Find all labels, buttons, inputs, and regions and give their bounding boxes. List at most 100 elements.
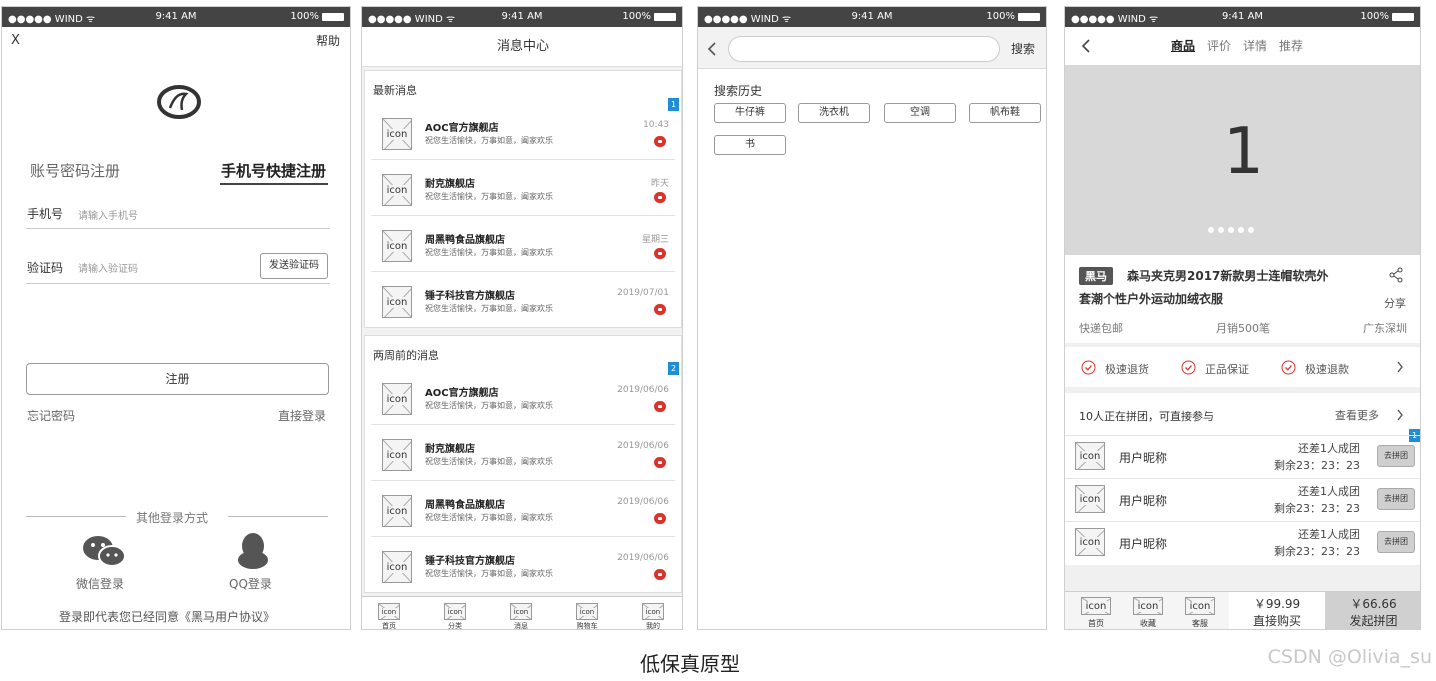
placeholder-icon: icon <box>1075 528 1105 556</box>
wechat-login-label[interactable]: 微信登录 <box>76 575 124 592</box>
placeholder-icon: icon <box>444 603 466 620</box>
qq-icon[interactable] <box>234 532 272 570</box>
brand-tag: 黑马 <box>1079 267 1113 285</box>
qq-login-label[interactable]: QQ登录 <box>229 575 272 592</box>
placeholder-icon: icon <box>382 286 412 318</box>
unread-badge <box>654 192 666 203</box>
shop-name: 周黑鸭食品旗舰店 <box>425 235 505 246</box>
product-tab[interactable]: 评价 <box>1207 37 1231 54</box>
tab-item[interactable]: icon 首页 <box>374 599 404 629</box>
monthly-sales: 月销500笔 <box>1216 322 1270 335</box>
section-title: 最新消息 <box>373 84 417 97</box>
icon-label: icon <box>512 607 530 616</box>
icon-label: icon <box>1078 536 1102 548</box>
send-code-button[interactable]: 发送验证码 <box>260 253 328 279</box>
message-row[interactable]: icon 锤子科技官方旗舰店 祝您生活愉快，万事如意，阖家欢乐 2019/06/06 <box>371 537 675 593</box>
placeholder-icon: icon <box>382 551 412 583</box>
unread-badge <box>654 304 666 315</box>
phone-input[interactable]: 请输入手机号 <box>78 207 138 222</box>
guarantee-label: 正品保证 <box>1205 363 1249 376</box>
message-row[interactable]: icon 耐克旗舰店 祝您生活愉快，万事如意，阖家欢乐 昨天 <box>371 160 675 216</box>
history-chip[interactable]: 书 <box>714 135 786 155</box>
placeholder-icon: icon <box>382 383 412 415</box>
product-tab[interactable]: 商品 <box>1171 37 1195 54</box>
tab-phone-register[interactable]: 手机号快捷注册 <box>221 160 326 181</box>
close-button[interactable]: X <box>11 33 20 48</box>
search-button[interactable]: 搜索 <box>1011 40 1035 57</box>
message-preview: 祝您生活愉快，万事如意，阖家欢乐 <box>425 513 553 522</box>
product-tab[interactable]: 详情 <box>1243 37 1267 54</box>
buy-label: 直接购买 <box>1252 614 1301 628</box>
message-row[interactable]: icon 耐克旗舰店 祝您生活愉快，万事如意，阖家欢乐 2019/06/06 <box>371 425 675 481</box>
bottom-tab[interactable]: icon 客服 <box>1183 594 1217 629</box>
message-row[interactable]: icon AOC官方旗舰店 祝您生活愉快，万事如意，阖家欢乐 10:43 <box>371 104 675 160</box>
history-chip[interactable]: 帆布鞋 <box>969 103 1041 123</box>
icon-label: icon <box>1136 600 1160 612</box>
history-chip[interactable]: 牛仔裤 <box>714 103 786 123</box>
direct-login-link[interactable]: 直接登录 <box>278 407 326 424</box>
join-group-button[interactable]: 去拼团 <box>1377 488 1415 510</box>
product-title-line2: 套潮个性户外运动加绒衣服 <box>1079 292 1224 306</box>
icon-label: icon <box>385 393 409 405</box>
group-row: icon 用户昵称 还差1人成团 剩余23：23：23 去拼团 <box>1065 435 1420 477</box>
agreement-link[interactable]: 登录即代表您已经同意《黑马用户协议》 <box>59 608 275 625</box>
register-button[interactable]: 注册 <box>26 363 329 395</box>
product-info: 黑马 森马夹克男2017新款男士连帽软壳外 套潮个性户外运动加绒衣服 分享 快递… <box>1065 255 1420 343</box>
placeholder-icon: icon <box>1185 597 1215 615</box>
location: 广东深圳 <box>1363 322 1407 335</box>
section-title: 两周前的消息 <box>373 349 439 362</box>
message-row[interactable]: icon 周黑鸭食品旗舰店 祝您生活愉快，万事如意，阖家欢乐 2019/06/06 <box>371 481 675 537</box>
message-row[interactable]: icon 锤子科技官方旗舰店 祝您生活愉快，万事如意，阖家欢乐 2019/07/01 <box>371 272 675 328</box>
tab-item[interactable]: icon 购物车 <box>572 599 602 630</box>
message-row[interactable]: icon AOC官方旗舰店 祝您生活愉快，万事如意，阖家欢乐 2019/06/06 <box>371 369 675 425</box>
divider <box>26 228 330 229</box>
join-group-button[interactable]: 去拼团 <box>1377 445 1415 467</box>
nav-bar: 商品 评价 详情 推荐 <box>1065 27 1420 65</box>
bottom-tab[interactable]: icon 收藏 <box>1131 594 1165 629</box>
placeholder-icon: icon <box>378 603 400 620</box>
history-chip[interactable]: 洗衣机 <box>798 103 870 123</box>
guarantee-label: 极速退款 <box>1305 363 1349 376</box>
tab-item[interactable]: icon 我的 <box>638 599 668 629</box>
tab-item[interactable]: icon 消息 <box>506 599 536 629</box>
status-bar: ●●●●● WIND ᯤ 9:41 AM 100% <box>2 7 350 27</box>
see-more-link[interactable]: 查看更多 <box>1335 407 1379 423</box>
message-time: 2019/06/06 <box>617 385 669 395</box>
search-bar: 搜索 <box>698 27 1046 69</box>
icon-label: icon <box>1078 450 1102 462</box>
search-input[interactable] <box>728 36 1000 62</box>
icon-label: icon <box>385 296 409 308</box>
code-input[interactable]: 请输入验证码 <box>78 260 138 275</box>
old-messages-section: 两周前的消息 2 icon AOC官方旗舰店 祝您生活愉快，万事如意，阖家欢乐 201… <box>364 335 682 593</box>
divider <box>228 516 328 517</box>
share-label[interactable]: 分享 <box>1384 295 1406 311</box>
start-group-button[interactable]: ￥66.66 发起拼团 <box>1325 592 1420 629</box>
join-group-button[interactable]: 去拼团 <box>1377 531 1415 553</box>
check-circle-icon <box>1181 360 1196 375</box>
product-tab[interactable]: 推荐 <box>1279 37 1303 54</box>
help-link[interactable]: 帮助 <box>316 32 340 49</box>
shop-name: 耐克旗舰店 <box>425 179 475 190</box>
message-row[interactable]: icon 周黑鸭食品旗舰店 祝您生活愉快，万事如意，阖家欢乐 星期三 <box>371 216 675 272</box>
placeholder-icon: icon <box>1075 442 1105 470</box>
group-need: 还差1人成团 <box>1298 442 1360 455</box>
forgot-password-link[interactable]: 忘记密码 <box>27 407 75 424</box>
back-icon[interactable] <box>1081 38 1091 54</box>
history-chip[interactable]: 空调 <box>884 103 956 123</box>
logo-icon <box>157 85 201 119</box>
icon-label: icon <box>385 449 409 461</box>
placeholder-icon: icon <box>642 603 664 620</box>
product-image-carousel[interactable]: 1 <box>1065 65 1420 255</box>
guarantee-row[interactable]: 极速退货 正品保证 极速退款 <box>1065 347 1420 387</box>
share-icon[interactable] <box>1388 267 1404 283</box>
tab-label: 购物车 <box>576 622 598 630</box>
back-icon[interactable] <box>707 41 717 57</box>
wechat-icon[interactable] <box>82 534 126 568</box>
unread-badge <box>654 569 666 580</box>
bottom-tab[interactable]: icon 首页 <box>1079 594 1113 629</box>
battery-percent: 100% <box>290 11 319 22</box>
tab-item[interactable]: icon 分类 <box>440 599 470 629</box>
shipping-info: 快递包邮 <box>1079 322 1123 335</box>
tab-account-register[interactable]: 账号密码注册 <box>30 160 120 181</box>
buy-now-button[interactable]: ￥99.99 直接购买 <box>1229 592 1325 629</box>
